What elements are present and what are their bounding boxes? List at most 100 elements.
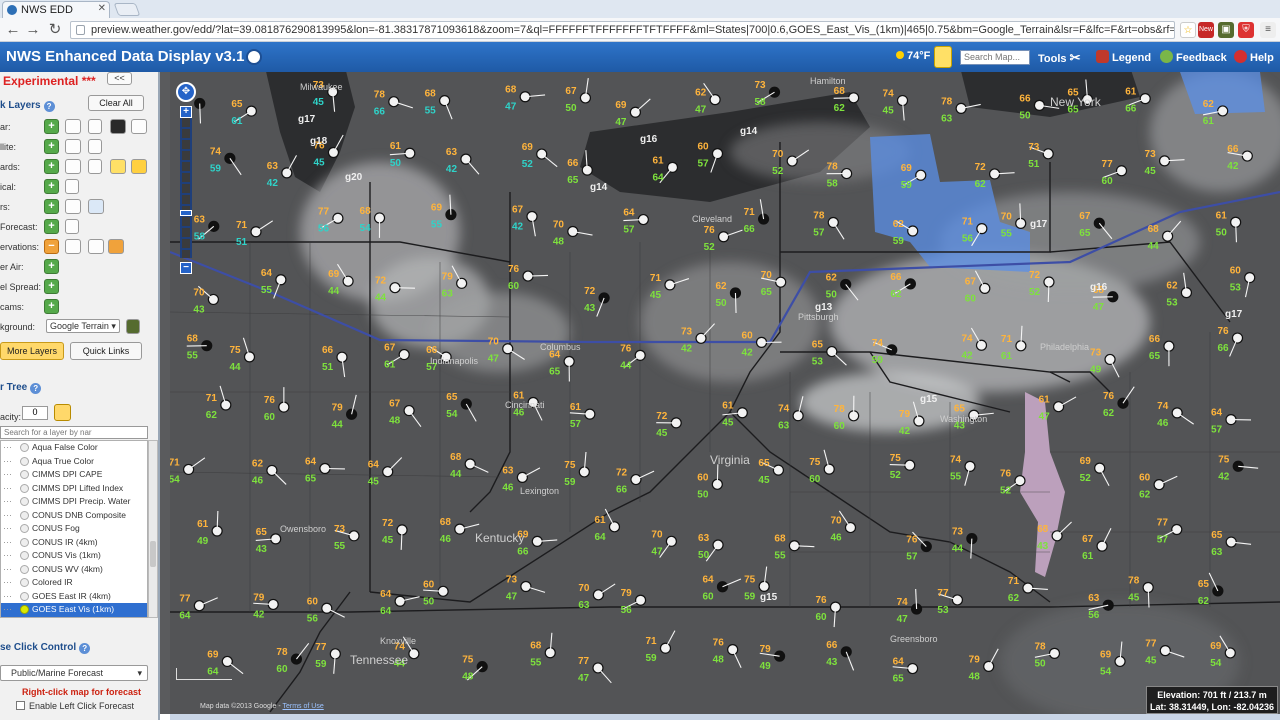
radio-icon[interactable] — [20, 483, 29, 493]
radio-selected-icon[interactable] — [20, 605, 29, 614]
radio-icon[interactable] — [20, 456, 29, 466]
eye-icon[interactable] — [88, 239, 104, 254]
tree-item[interactable]: ⋯ Aqua False Color — [1, 441, 147, 455]
radio-icon[interactable] — [20, 591, 29, 601]
zoom-slider[interactable] — [180, 118, 192, 258]
weather-map[interactable]: 68 54 65 61 73 45 78 66 68 55 68 47 67 50 69 47 62 47 73 58… — [170, 72, 1280, 714]
radio-icon[interactable] — [20, 537, 29, 547]
sky-cover-icon[interactable] — [768, 86, 781, 98]
list-icon[interactable] — [65, 119, 81, 134]
collapse-panel-button[interactable]: << — [107, 72, 132, 85]
zoom-slider-handle[interactable] — [180, 210, 192, 216]
add-layer-icon[interactable]: + — [44, 219, 59, 234]
add-layer-icon[interactable]: + — [44, 299, 59, 314]
zoom-out-button[interactable]: − — [180, 262, 192, 274]
layer-stack-icon[interactable] — [126, 319, 140, 334]
search-map-input[interactable]: Search Map... — [960, 50, 1030, 65]
background-select[interactable]: Google Terrain ▾ — [46, 319, 120, 333]
tree-scrollbar[interactable] — [148, 440, 158, 618]
tree-item[interactable]: ⋯ CONUS WV (4km) — [1, 563, 147, 577]
tree-item[interactable]: ⋯ Aqua True Color — [1, 455, 147, 469]
sky-cover-icon[interactable] — [454, 523, 466, 535]
add-layer-icon[interactable]: + — [44, 179, 59, 194]
shield-extension-icon[interactable]: ⛨ — [1238, 22, 1254, 38]
sky-cover-icon[interactable] — [1171, 523, 1183, 536]
sky-cover-icon[interactable] — [592, 589, 604, 601]
radio-icon[interactable] — [20, 443, 29, 452]
opacity-input[interactable]: 0 — [22, 406, 48, 420]
close-tab-icon[interactable]: ✕ — [98, 3, 106, 14]
more-layers-button[interactable]: More Layers — [0, 342, 64, 360]
tree-item[interactable]: ⋯ CONUS DNB Composite — [1, 509, 147, 523]
scroll-thumb[interactable] — [150, 541, 156, 567]
drop-icon[interactable] — [65, 239, 81, 254]
click-control-dropdown[interactable]: Public/Marine Forecast ▾ — [0, 665, 148, 681]
add-layer-icon[interactable]: + — [44, 139, 59, 154]
layer-search-input[interactable]: Search for a layer by nar — [0, 426, 148, 439]
gauge-icon[interactable] — [88, 199, 104, 214]
tree-item[interactable]: ⋯ GOES East IR (4km) — [1, 590, 147, 604]
checkbox-icon[interactable] — [65, 179, 79, 194]
radio-icon[interactable] — [20, 470, 29, 479]
sky-cover-icon[interactable] — [664, 279, 676, 291]
radio-icon[interactable] — [20, 578, 29, 587]
forward-arrow-icon[interactable]: → — [24, 21, 42, 39]
tree-item[interactable]: ⋯ CONUS Fog — [1, 522, 147, 536]
quick-links-button[interactable]: Quick Links — [70, 342, 142, 360]
radio-icon[interactable] — [20, 564, 29, 574]
lightbulb-icon[interactable] — [934, 46, 952, 68]
tree-item[interactable]: ⋯ Colored IR — [1, 576, 147, 590]
sky-cover-icon[interactable] — [1104, 353, 1116, 366]
menu-icon[interactable]: ≡ — [1260, 22, 1276, 38]
extension-new-icon[interactable]: New — [1198, 22, 1214, 38]
extension-icon[interactable]: ▣ — [1218, 22, 1234, 38]
settings-icon[interactable] — [131, 119, 147, 134]
help-question-icon[interactable]: ? — [79, 643, 91, 654]
url-bar[interactable]: preview.weather.gov/edd/?lat=39.08187629… — [70, 21, 1175, 39]
tree-item[interactable]: ⋯ CONUS IR (4km) — [1, 536, 147, 550]
zoom-in-button[interactable]: + — [180, 106, 192, 118]
radar-image-icon[interactable] — [110, 119, 126, 134]
radio-icon[interactable] — [20, 524, 29, 533]
sky-cover-icon[interactable] — [1115, 165, 1128, 177]
feedback-button[interactable]: Feedback — [1160, 50, 1227, 64]
map-canvas[interactable]: 68 54 65 61 73 45 78 66 68 55 68 47 67 50 69 47 62 47 73 58… — [170, 72, 1280, 714]
tree-item-selected[interactable]: ⋯ GOES East Vis (1km) — [1, 603, 147, 617]
clear-all-button[interactable]: Clear All — [88, 95, 144, 111]
sky-cover-icon[interactable] — [221, 655, 233, 668]
browser-tab[interactable]: NWS EDD ✕ — [2, 1, 110, 18]
add-layer-icon[interactable]: + — [44, 279, 59, 294]
add-layer-icon[interactable]: + — [44, 119, 59, 134]
add-layer-icon[interactable]: + — [44, 159, 59, 174]
help-question-icon[interactable]: ? — [30, 383, 42, 394]
checkbox-icon[interactable] — [16, 701, 25, 710]
sky-cover-icon[interactable] — [245, 105, 257, 117]
new-tab-button[interactable] — [113, 3, 141, 16]
add-layer-icon[interactable]: + — [44, 259, 59, 274]
page-info-icon[interactable] — [76, 25, 85, 35]
checkbox-icon[interactable] — [88, 139, 102, 154]
remove-layer-icon[interactable]: − — [44, 239, 59, 254]
hazard-icon[interactable] — [131, 159, 147, 174]
bookmark-star-icon[interactable]: ☆ — [1180, 22, 1196, 38]
radio-icon[interactable] — [20, 510, 29, 520]
checkbox-icon[interactable] — [65, 219, 79, 234]
tree-item[interactable]: ⋯ CIMMS DPI Precip. Water — [1, 495, 147, 509]
tree-item[interactable]: ⋯ CONUS Vis (1km) — [1, 549, 147, 563]
add-layer-icon[interactable]: + — [44, 199, 59, 214]
reload-icon[interactable]: ↻ — [46, 21, 64, 39]
radio-icon[interactable] — [20, 551, 29, 560]
checkbox-icon[interactable] — [88, 119, 102, 134]
tools-button[interactable]: Tools ✂ — [1038, 50, 1080, 66]
sky-cover-icon[interactable] — [321, 602, 333, 614]
sky-cover-icon[interactable] — [502, 343, 514, 355]
list-icon[interactable] — [65, 139, 81, 154]
station-icon[interactable] — [108, 239, 124, 254]
terms-link[interactable]: Terms of Use — [283, 703, 324, 710]
list-icon[interactable] — [65, 199, 81, 214]
help-button[interactable]: Help — [1234, 50, 1274, 64]
checkbox-icon[interactable] — [88, 159, 102, 174]
sky-cover-icon[interactable] — [840, 278, 852, 291]
help-question-icon[interactable]: ? — [43, 101, 55, 112]
tree-item[interactable]: ⋯ CIMMS DPI CAPE — [1, 468, 147, 482]
